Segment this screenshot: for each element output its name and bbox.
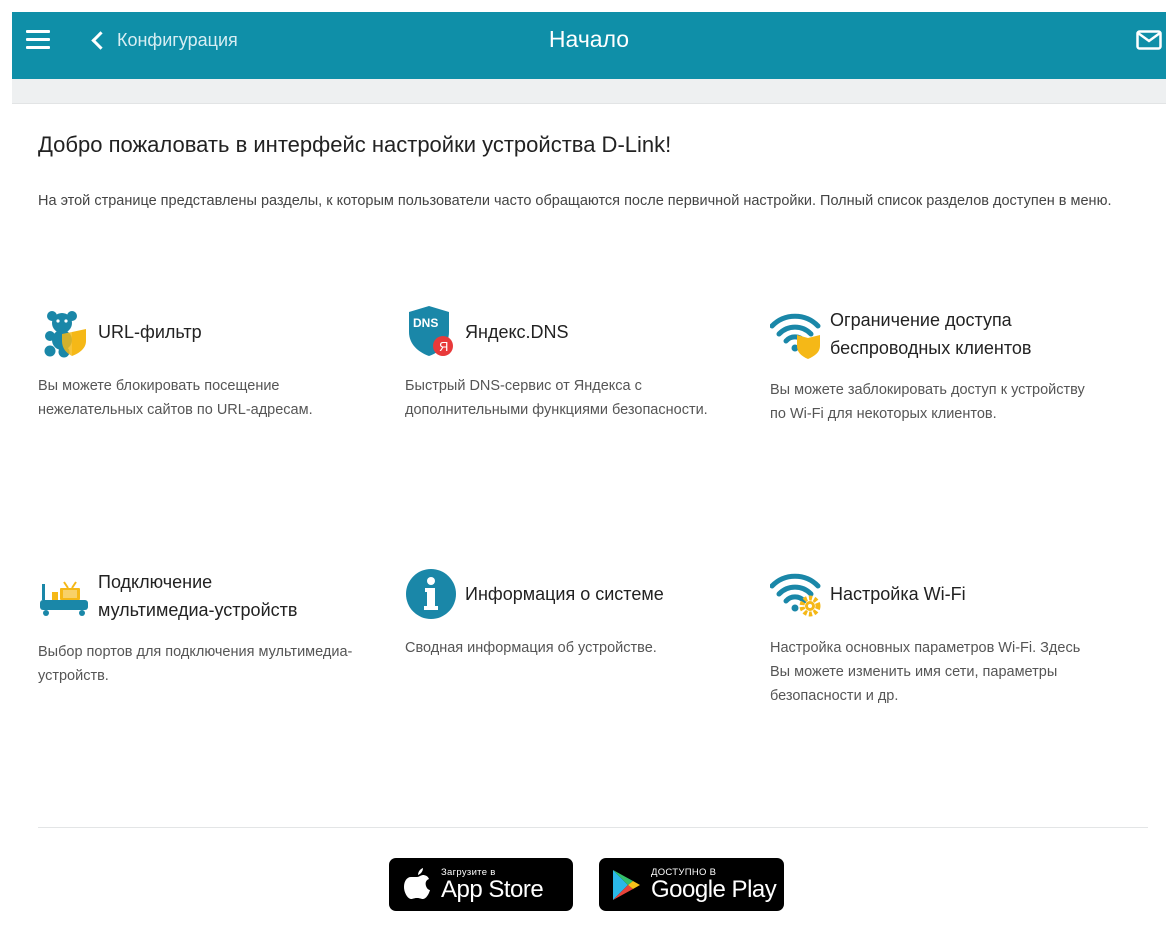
google-play-big-text: Google Play [651,876,777,903]
header-underbar [12,79,1166,104]
wifi-access-link[interactable]: Ограничение доступа беспроводных клиенто… [770,306,1100,362]
card-title-line2: беспроводных клиентов [830,338,1032,358]
page-title: Начало [548,26,630,52]
multimedia-link[interactable]: Подключение мультимедиа-устройств [38,568,368,624]
svg-text:Я: Я [439,339,448,354]
url-filter-icon [44,311,86,358]
svg-text:DNS: DNS [413,316,438,330]
url-filter-link[interactable]: URL-фильтр [38,306,368,358]
app-store-button[interactable]: Загрузите в App Store [389,858,573,911]
google-play-button[interactable]: ДОСТУПНО В Google Play [599,858,784,911]
wifi-gear-icon [770,573,821,617]
top-header-bar: Конфигурация Начало [12,12,1166,79]
card-description: Настройка основных параметров Wi-Fi. Зде… [770,640,1081,704]
yandex-dns-icon: DNS Я [409,306,453,356]
card-title-line2: мультимедиа-устройств [98,600,298,620]
card-url-filter: URL-фильтр Вы можете блокировать посещен… [38,306,368,422]
footer-divider [38,827,1148,828]
welcome-intro: На этой странице представлены разделы, к… [38,193,1112,209]
card-title-line1: Ограничение доступа [830,310,1012,330]
card-description: Вы можете блокировать посещение нежелате… [38,378,313,418]
card-system-info: Информация о системе Сводная информация … [405,568,725,660]
google-play-icon [613,869,640,900]
card-wifi-access: Ограничение доступа беспроводных клиенто… [770,306,1100,426]
mail-icon[interactable] [1136,30,1162,50]
card-title: Яндекс.DNS [465,322,569,342]
card-title-line1: Подключение [98,572,213,592]
card-yandex-dns: DNS Я Яндекс.DNS Быстрый DNS-сервис от Я… [405,306,725,422]
multimedia-router-icon [40,581,88,616]
card-description: Выбор портов для подключения мультимедиа… [38,644,353,684]
system-info-link[interactable]: Информация о системе [405,568,725,620]
card-title: Информация о системе [465,584,664,604]
card-description: Сводная информация об устройстве. [405,640,657,656]
wifi-shield-icon [770,313,821,359]
card-multimedia: Подключение мультимедиа-устройств Выбор … [38,568,368,688]
window-top-margin [0,0,1166,12]
card-title: Подключение мультимедиа-устройств [98,568,297,624]
app-store-big-text: App Store [441,876,544,903]
card-title: Ограничение доступа беспроводных клиенто… [830,306,1031,362]
card-title: Настройка Wi-Fi [830,584,966,604]
card-title: URL-фильтр [98,322,202,342]
info-icon [406,569,456,619]
welcome-heading: Добро пожаловать в интерфейс настройки у… [38,132,672,157]
card-wifi-setup: Настройка Wi-Fi Настройка основных парам… [770,568,1100,708]
wifi-setup-link[interactable]: Настройка Wi-Fi [770,568,1100,620]
card-description: Быстрый DNS-сервис от Яндекса с дополнит… [405,378,708,418]
yandex-dns-link[interactable]: DNS Я Яндекс.DNS [405,306,725,358]
apple-icon [404,867,430,899]
card-description: Вы можете заблокировать доступ к устройс… [770,382,1085,422]
